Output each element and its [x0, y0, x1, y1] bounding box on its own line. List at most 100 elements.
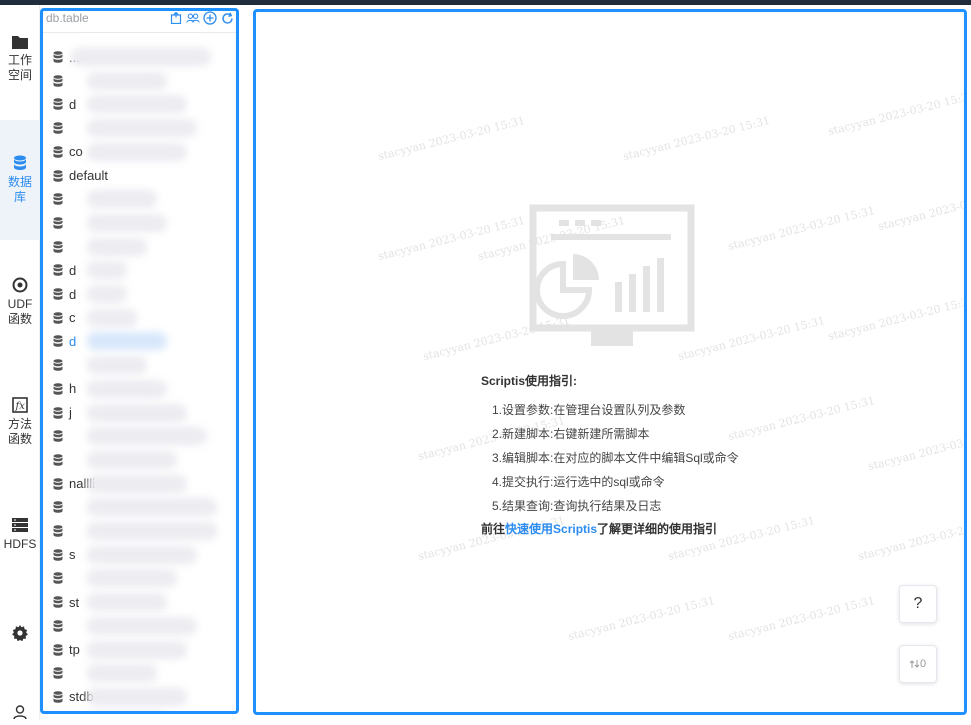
db-name: d	[69, 96, 77, 112]
export-icon[interactable]	[169, 11, 183, 25]
redacted-mask	[87, 332, 167, 351]
redacted-mask	[87, 616, 197, 635]
db-tree-item[interactable]: d	[53, 284, 76, 304]
watermark-text: stacyyan 2023-03-20 15:31	[826, 88, 967, 139]
add-icon[interactable]	[203, 11, 217, 25]
nav-database[interactable]: 数据库	[0, 120, 40, 240]
nav-label: 方法函数	[7, 417, 32, 446]
database-icon	[53, 501, 63, 514]
tree-search-input[interactable]: db.table	[46, 11, 89, 25]
refresh-group-icon[interactable]	[186, 11, 200, 25]
db-tree-item[interactable]	[53, 71, 69, 91]
quick-start-link[interactable]: 快速使用Scriptis	[505, 522, 597, 536]
db-name: st	[69, 594, 80, 610]
db-tree-item[interactable]: j	[53, 403, 72, 423]
redacted-mask	[87, 664, 157, 683]
db-tree-item[interactable]	[53, 568, 69, 588]
guide-step: 5.结果查询:查询执行结果及日志	[492, 499, 662, 513]
db-tree-item[interactable]: d	[53, 331, 76, 351]
svg-text:fx: fx	[15, 401, 26, 412]
db-name: c	[69, 310, 76, 326]
redacted-mask	[87, 403, 187, 422]
db-name: j	[69, 405, 72, 420]
redacted-mask	[71, 48, 211, 66]
db-tree-item[interactable]: s	[53, 545, 76, 565]
database-icon	[53, 359, 63, 371]
watermark-text: stacyyan 2023-03-20 15:31	[376, 113, 527, 164]
left-nav: 工作空间 数据库 UDF函数 fx 方法函数 HDFS	[0, 5, 40, 720]
database-icon	[53, 596, 63, 608]
database-icon	[53, 548, 63, 561]
nav-method[interactable]: fx 方法函数	[0, 397, 40, 457]
redacted-mask	[87, 71, 167, 90]
guide-foot-prefix: 前往	[481, 522, 506, 536]
db-tree-item[interactable]	[53, 663, 69, 683]
redacted-mask	[87, 450, 177, 469]
db-tree-item[interactable]	[53, 237, 69, 257]
gear-icon	[12, 625, 28, 641]
redacted-mask	[87, 261, 127, 280]
db-tree-item[interactable]: d	[53, 94, 76, 114]
help-button[interactable]: ?	[899, 585, 937, 623]
refresh-icon[interactable]	[220, 11, 234, 25]
db-tree-item[interactable]: default	[53, 166, 108, 186]
guide-step: 3.编辑脚本:在对应的脚本文件中编辑Sql或命令	[492, 451, 739, 465]
guide-step: 2.新建脚本:右键新建所需脚本	[492, 427, 650, 441]
nav-udf[interactable]: UDF函数	[0, 277, 40, 337]
db-tree-item[interactable]	[53, 616, 69, 636]
db-tree-item[interactable]: d	[53, 260, 76, 280]
db-name: default	[69, 168, 109, 183]
database-icon	[53, 264, 63, 277]
db-tree-item[interactable]: h	[53, 379, 76, 399]
database-icon	[53, 430, 63, 442]
database-icon	[53, 691, 63, 703]
db-tree-item[interactable]: c	[53, 308, 76, 328]
folder-icon	[12, 36, 28, 49]
database-icon	[53, 572, 63, 585]
redacted-mask	[87, 498, 217, 517]
udf-icon	[12, 277, 28, 293]
watermark-text: stacyyan 2023-03-20 15:31	[376, 213, 527, 264]
watermark-text: stacyyan 2023-03-20 15:31	[856, 514, 967, 564]
watermark-text: stacyyan 2023-03-20 15:31	[676, 313, 827, 364]
watermark-text: stacyyan 2023-03-20 15:31	[726, 593, 877, 644]
db-tree-item[interactable]	[53, 355, 69, 375]
redacted-mask	[87, 474, 187, 493]
nav-label: HDFS	[3, 537, 37, 551]
redacted-mask	[87, 379, 167, 398]
dashboard-monitor-icon	[529, 204, 695, 346]
db-tree-item[interactable]	[53, 118, 69, 138]
database-icon	[53, 122, 63, 134]
db-tree-item[interactable]	[53, 213, 69, 233]
db-tree-item[interactable]: st	[53, 592, 79, 612]
db-tree-item[interactable]	[53, 521, 69, 541]
db-name: d	[69, 286, 77, 302]
redacted-mask	[87, 593, 167, 612]
db-tree-item[interactable]: tp	[53, 640, 80, 660]
db-tree-item[interactable]	[53, 426, 69, 446]
db-tree-item[interactable]	[53, 450, 69, 470]
nav-workspace[interactable]: 工作空间	[0, 35, 40, 95]
database-icon	[53, 193, 63, 205]
database-icon	[53, 406, 63, 419]
settings-button[interactable]	[0, 625, 40, 645]
database-icon	[53, 74, 63, 87]
nav-hdfs[interactable]: HDFS	[0, 517, 40, 562]
db-tree-item[interactable]	[53, 497, 69, 517]
db-name: co	[69, 144, 83, 160]
watermark-text: stacyyan 2023-03-20 15:31	[726, 203, 877, 254]
db-name: tp	[69, 642, 80, 657]
redacted-mask	[87, 687, 187, 706]
help-label: ?	[913, 595, 923, 612]
scriptis-guide: Scriptis使用指引: 1.设置参数:在管理台设置队列及参数 2.新建脚本:…	[481, 372, 801, 537]
db-tree-item[interactable]	[53, 711, 69, 712]
db-name: s	[69, 547, 76, 563]
database-icon	[53, 145, 63, 158]
database-icon	[14, 155, 26, 170]
db-tree-item[interactable]: co	[53, 142, 83, 162]
counter-button[interactable]: 0	[899, 645, 937, 683]
db-tree-item[interactable]	[53, 189, 69, 209]
watermark-text: stacyyan 2023-03-20 15:31	[826, 293, 967, 344]
main-panel: stacyyan 2023-03-20 15:31 stacyyan 2023-0…	[253, 9, 967, 715]
user-button[interactable]	[0, 705, 40, 725]
